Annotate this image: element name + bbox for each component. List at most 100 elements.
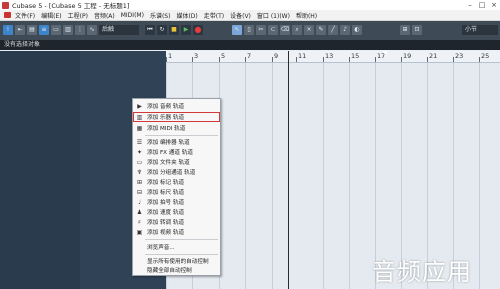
group-icon: ♆ — [136, 168, 143, 176]
cubase-app-icon — [2, 1, 9, 9]
menu-window[interactable]: 窗口 (1)(W) — [257, 11, 290, 20]
ruler-tick — [272, 57, 273, 62]
ruler-tick — [453, 57, 454, 62]
window-title: Cubase 5 - [Cubase 5 工程 - 无标题1] — [12, 2, 130, 10]
close-button[interactable]: × — [488, 1, 500, 9]
menu-edit[interactable]: 编辑(E) — [41, 11, 61, 20]
automation-mode-icon[interactable]: ∿ — [87, 25, 97, 35]
menu-add-marker-track[interactable]: ⊞ 添加 标记 轨道 — [133, 177, 220, 187]
menu-separator — [145, 135, 218, 136]
menu-separator — [145, 239, 218, 240]
mute-icon[interactable]: × — [304, 25, 314, 35]
watermark-text: 音频应用 — [372, 258, 472, 286]
ruler-tick — [427, 57, 428, 62]
menu-browse-sounds[interactable]: 浏览声音... — [133, 242, 220, 252]
draw-icon[interactable]: ✎ — [316, 25, 326, 35]
grid-type-select[interactable]: 小节 — [462, 25, 498, 35]
menu-help[interactable]: 帮助(H) — [296, 11, 317, 20]
stop-icon[interactable]: ■ — [169, 25, 179, 35]
ruler-label: 1 — [168, 52, 173, 60]
erase-icon[interactable]: ⌫ — [280, 25, 290, 35]
play-icon[interactable]: ▶ — [181, 25, 191, 35]
right-locator-marker[interactable] — [382, 51, 388, 55]
overview-icon[interactable]: ▭ — [51, 25, 61, 35]
arranger-icon: ☰ — [136, 138, 143, 146]
bar-gridline — [323, 63, 324, 289]
menu-hide-all-automation[interactable]: 隐藏全部自动控制 — [133, 265, 220, 275]
midi-icon: ▦ — [136, 124, 143, 132]
constrain-delay-icon[interactable]: ⇤ — [15, 25, 25, 35]
ruler-label: 5 — [221, 52, 226, 60]
menu-add-transpose-track[interactable]: ♯ 添加 转调 轨道 — [133, 217, 220, 227]
zoom-icon[interactable]: ⌕ — [292, 25, 302, 35]
menu-add-folder-track[interactable]: ▭ 添加 文件夹 轨道 — [133, 157, 220, 167]
menu-midi[interactable]: MIDI(M) — [121, 12, 144, 19]
object-selection-icon[interactable]: ↖ — [232, 25, 242, 35]
menu-media[interactable]: 媒体(D) — [176, 11, 197, 20]
snap-toggle-icon[interactable]: ⊞ — [400, 25, 410, 35]
add-track-context-menu: ▶ 添加 音频 轨道 ▥ 添加 乐器 轨道 ▦ 添加 MIDI 轨道 ☰ 添加 … — [132, 98, 221, 276]
record-icon[interactable]: ● — [193, 25, 203, 35]
range-selection-icon[interactable]: ▯ — [244, 25, 254, 35]
track-list[interactable] — [0, 51, 80, 289]
selection-status-text: 没有选择对象 — [4, 41, 41, 48]
transpose-icon: ♯ — [138, 218, 141, 226]
menu-devices[interactable]: 设备(V) — [230, 11, 251, 20]
menu-project[interactable]: 工程(P) — [68, 11, 88, 20]
info-line-icon[interactable]: ≡ — [39, 25, 49, 35]
ruler-label: 3 — [194, 52, 199, 60]
pool-icon[interactable]: ▥ — [63, 25, 73, 35]
mixer-icon[interactable]: ⋮ — [75, 25, 85, 35]
cubase-menu-logo-icon — [4, 12, 11, 18]
menu-score[interactable]: 乐谱(S) — [150, 11, 171, 20]
folder-icon: ▭ — [136, 158, 143, 166]
menu-add-midi-track[interactable]: ▦ 添加 MIDI 轨道 — [133, 123, 220, 133]
info-line: 没有选择对象 — [0, 40, 500, 50]
menu-add-instrument-track[interactable]: ▥ 添加 乐器 轨道 — [133, 112, 220, 122]
menu-add-video-track[interactable]: ▣ 添加 视频 轨道 — [133, 227, 220, 237]
minimize-button[interactable]: – — [464, 1, 476, 9]
menu-add-ruler-track[interactable]: ⊟ 添加 标尺 轨道 — [133, 187, 220, 197]
ruler-label: 7 — [247, 52, 252, 60]
go-to-start-icon[interactable]: ⏮ — [145, 25, 155, 35]
menu-add-fx-track[interactable]: ✦ 添加 FX 通道 轨道 — [133, 147, 220, 157]
bar-gridline — [245, 63, 246, 289]
project-cursor[interactable] — [288, 51, 289, 289]
menu-file[interactable]: 文件(F) — [15, 11, 35, 20]
split-icon[interactable]: ✂ — [256, 25, 266, 35]
glue-icon[interactable]: ⊂ — [268, 25, 278, 35]
menu-add-audio-track[interactable]: ▶ 添加 音频 轨道 — [133, 101, 220, 111]
menu-add-arranger-track[interactable]: ☰ 添加 编排器 轨道 — [133, 137, 220, 147]
cycle-icon[interactable]: ↻ — [157, 25, 167, 35]
maximize-button[interactable]: □ — [476, 1, 488, 9]
line-icon[interactable]: ╱ — [328, 25, 338, 35]
inspector-icon[interactable]: ▤ — [27, 25, 37, 35]
fx-icon: ✦ — [136, 148, 143, 156]
ruler-tick — [166, 57, 167, 62]
ruler-label: 13 — [325, 52, 334, 60]
menu-add-tempo-track[interactable]: ♟ 添加 速度 轨道 — [133, 207, 220, 217]
ruler-tick — [375, 57, 376, 62]
menu-add-signature-track[interactable]: ♩ 添加 拍号 轨道 — [133, 197, 220, 207]
bar-gridline — [272, 63, 273, 289]
menu-audio[interactable]: 音频(A) — [94, 11, 115, 20]
automation-mode-select[interactable]: 后触 — [99, 25, 139, 35]
timeline-ruler[interactable]: 1 3 5 7 9 11 13 15 17 19 21 23 25 — [166, 51, 500, 63]
ruler-tick — [245, 57, 246, 62]
snap-type-icon[interactable]: ⊡ — [412, 25, 422, 35]
instrument-icon: ▥ — [136, 113, 143, 121]
ruler-label: 21 — [429, 52, 438, 60]
ruler-tick — [349, 57, 350, 62]
menu-bar: 文件(F) 编辑(E) 工程(P) 音频(A) MIDI(M) 乐谱(S) 媒体… — [0, 10, 500, 21]
play-tool-icon[interactable]: ♪ — [340, 25, 350, 35]
ruler-label: 19 — [403, 52, 412, 60]
ruler-tick — [296, 57, 297, 62]
ruler-tick — [219, 57, 220, 62]
ruler-label: 25 — [481, 52, 490, 60]
activate-project-icon[interactable]: ! — [3, 25, 13, 35]
color-icon[interactable]: ◐ — [352, 25, 362, 35]
menu-transport[interactable]: 走带(T) — [204, 11, 224, 20]
menu-add-group-track[interactable]: ♆ 添加 分组通道 轨道 — [133, 167, 220, 177]
ruler-tick — [479, 57, 480, 62]
ruler-label: 23 — [455, 52, 464, 60]
